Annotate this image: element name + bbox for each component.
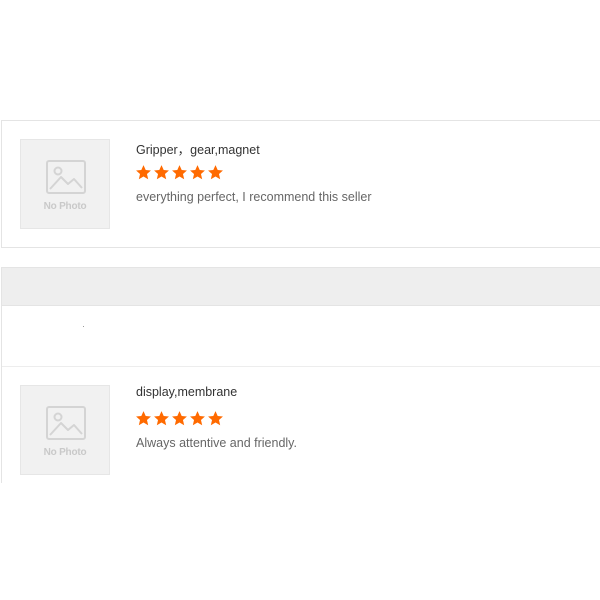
star-rating xyxy=(135,164,224,181)
image-placeholder-icon xyxy=(46,160,86,194)
product-thumbnail[interactable]: No Photo xyxy=(20,385,110,475)
star-icon xyxy=(208,165,223,180)
star-icon xyxy=(172,411,187,426)
review-item: No Photo display,membrane Always attenti… xyxy=(2,367,600,493)
star-icon xyxy=(208,411,223,426)
no-photo-label: No Photo xyxy=(43,201,87,212)
image-placeholder-icon xyxy=(46,406,86,440)
separator-dot xyxy=(83,326,84,327)
star-rating xyxy=(135,410,224,427)
review-card: No Photo display,membrane Always attenti… xyxy=(1,267,600,483)
card-subheader xyxy=(2,306,600,367)
reviews-page: No Photo Gripper，gear,magnet everything … xyxy=(0,0,600,600)
card-header xyxy=(2,268,600,306)
star-icon xyxy=(154,411,169,426)
star-icon xyxy=(190,411,205,426)
star-icon xyxy=(172,165,187,180)
product-thumbnail[interactable]: No Photo xyxy=(20,139,110,229)
star-icon xyxy=(190,165,205,180)
star-icon xyxy=(136,411,151,426)
review-card: No Photo Gripper，gear,magnet everything … xyxy=(1,120,600,248)
star-icon xyxy=(154,165,169,180)
star-icon xyxy=(136,165,151,180)
product-title[interactable]: Gripper，gear,magnet xyxy=(136,139,260,158)
review-comment: everything perfect, I recommend this sel… xyxy=(136,190,372,204)
review-item: No Photo Gripper，gear,magnet everything … xyxy=(2,121,600,247)
review-comment: Always attentive and friendly. xyxy=(136,436,297,450)
no-photo-label: No Photo xyxy=(43,447,87,458)
product-title[interactable]: display,membrane xyxy=(136,385,237,399)
